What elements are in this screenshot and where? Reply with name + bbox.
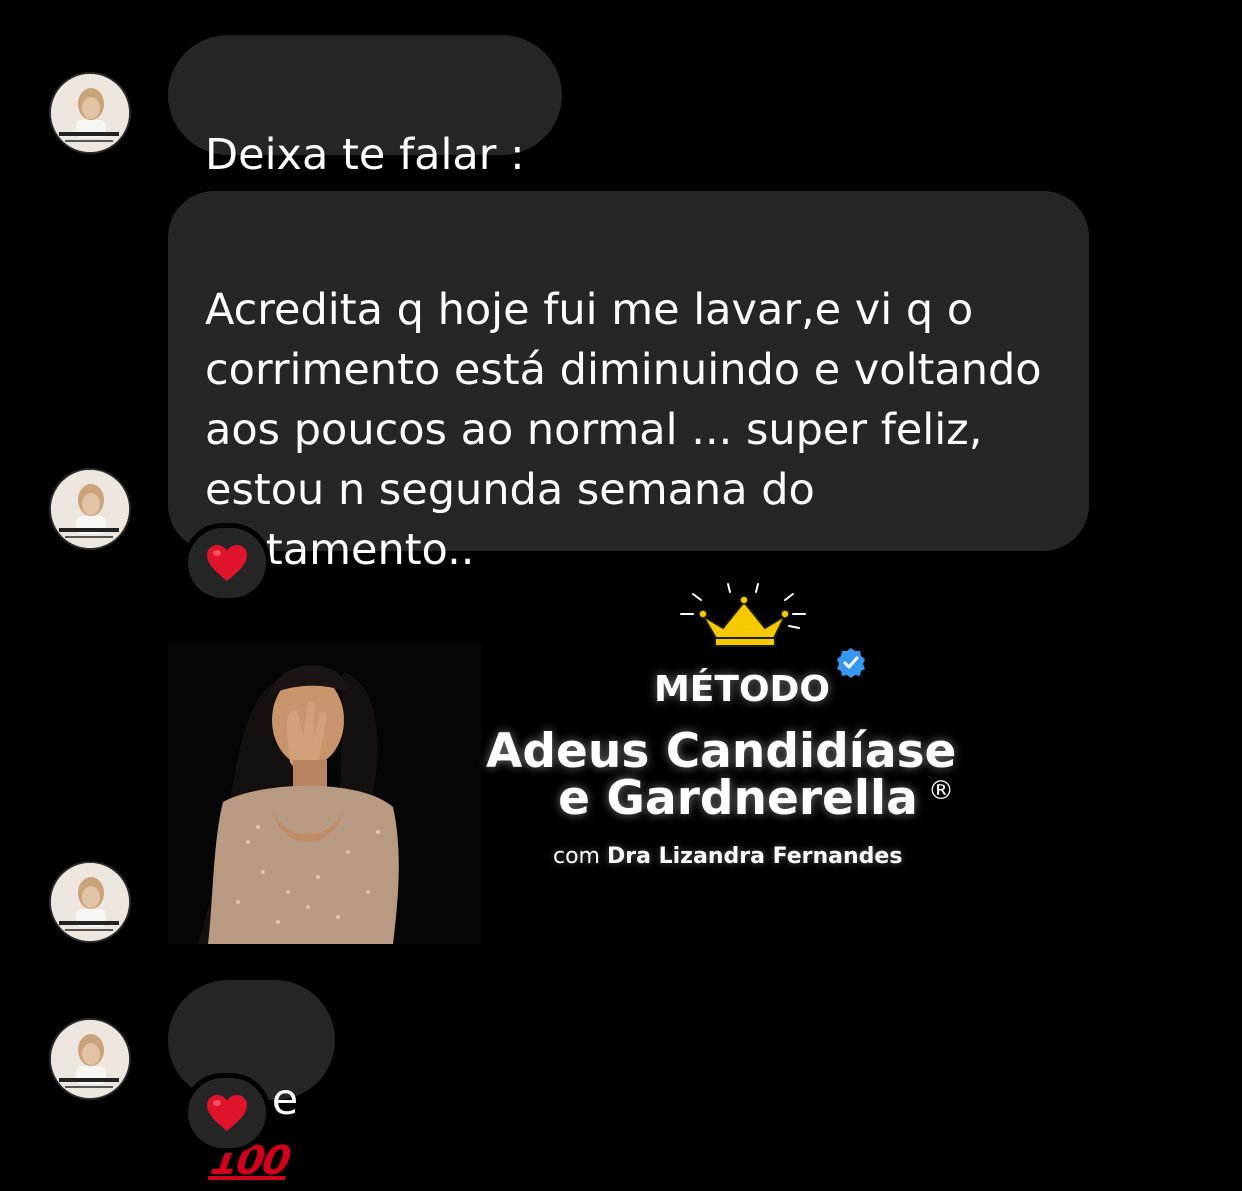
message-bubble[interactable]: Deixa te falar : (168, 35, 562, 180)
byline-name: Dra Lizandra Fernandes (607, 844, 903, 869)
heart-icon (207, 545, 247, 581)
promo-title-line2: e Gardnerella (558, 771, 918, 826)
sender-avatar[interactable] (49, 468, 131, 550)
avatar-image (51, 863, 129, 941)
promo-byline: com Dra Lizandra Fernandes (553, 843, 953, 871)
heart-icon (207, 1095, 247, 1131)
message-bubble[interactable]: Acredita q hoje fui me lavar,e vi q o co… (168, 191, 1089, 575)
message-text: Deixa te falar : (205, 130, 525, 180)
crown-icon (680, 583, 806, 647)
byline-prefix: com (553, 844, 600, 869)
shared-post-card[interactable]: MÉTODO Adeus Candidíase e Gardnerella ® … (168, 583, 1002, 944)
avatar-image (51, 74, 129, 152)
avatar-image (51, 1020, 129, 1098)
post-portrait-image (168, 642, 482, 944)
sender-avatar[interactable] (49, 861, 131, 943)
avatar-image (51, 470, 129, 548)
reaction-badge[interactable] (183, 1073, 271, 1153)
reaction-badge[interactable] (183, 523, 271, 603)
registered-mark: ® (928, 776, 954, 806)
sender-avatar[interactable] (49, 1018, 131, 1100)
promo-kicker: MÉTODO (653, 669, 831, 710)
message-text: Acredita q hoje fui me lavar,e vi q o co… (205, 285, 1042, 575)
sender-avatar[interactable] (49, 72, 131, 154)
